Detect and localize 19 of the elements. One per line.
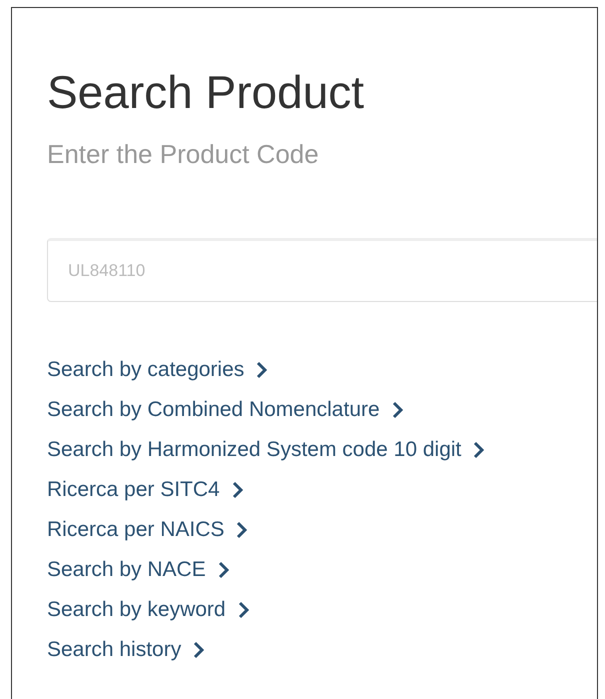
page-subtitle: Enter the Product Code — [47, 138, 320, 170]
chevron-right-icon[interactable] — [392, 401, 404, 419]
search-link[interactable]: Ricerca per SITC4 — [47, 474, 220, 506]
chevron-right-icon[interactable] — [232, 481, 244, 499]
chevron-right-icon[interactable] — [256, 361, 268, 379]
chevron-right-icon[interactable] — [238, 601, 250, 619]
chevron-right-icon[interactable] — [218, 561, 230, 579]
search-link[interactable]: Search by Combined Nomenclature — [47, 394, 380, 426]
chevron-right-icon[interactable] — [473, 441, 486, 459]
search-link[interactable]: Search history — [47, 634, 182, 666]
page-title: Search Product — [47, 66, 366, 118]
search-link[interactable]: Search by NACE — [47, 554, 206, 586]
chevron-right-icon[interactable] — [193, 641, 206, 659]
search-link[interactable]: Search by categories — [47, 354, 244, 386]
search-link[interactable]: Ricerca per NAICS — [47, 514, 224, 546]
chevron-right-icon[interactable] — [236, 521, 248, 539]
search-link[interactable]: Search by Harmonized System code 10 digit — [47, 434, 462, 466]
search-link[interactable]: Search by keyword — [47, 594, 226, 626]
product-code-field[interactable]: UL848110 — [47, 238, 597, 302]
